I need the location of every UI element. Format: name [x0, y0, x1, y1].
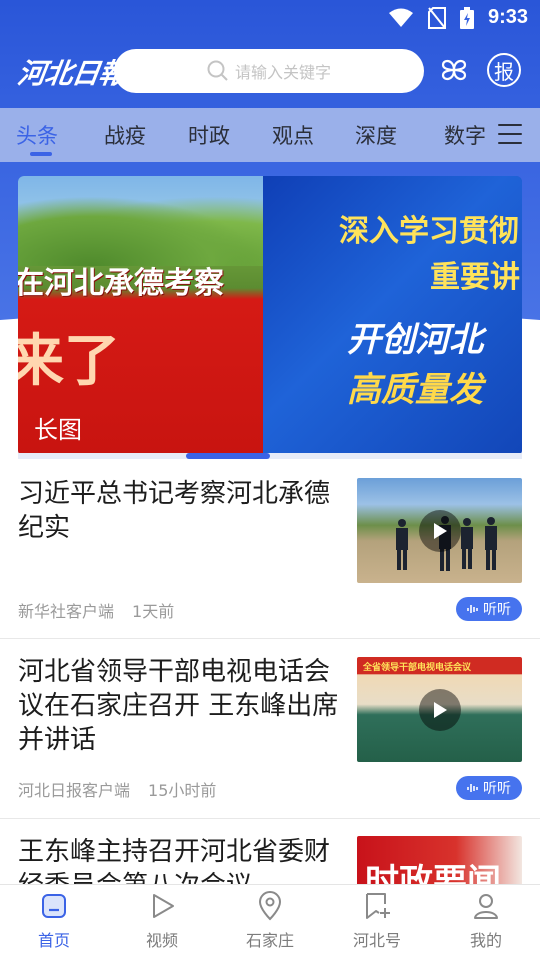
play-icon [434, 702, 447, 718]
nav-shijiazhuang[interactable]: 石家庄 [230, 891, 310, 951]
news-meta: 新华社客户端 1天前 [18, 598, 174, 622]
wifi-icon [388, 8, 413, 27]
news-item[interactable]: 河北省领导干部电视电话会议在石家庄召开 王东峰出席并讲话 全省领导干部电视电话会… [0, 639, 540, 819]
battery-icon [459, 6, 474, 29]
grid-icon [441, 59, 467, 81]
status-bar: 9:33 [0, 0, 540, 36]
tab-epidemic[interactable]: 战疫 [104, 120, 146, 150]
audio-wave-icon [467, 784, 478, 792]
thumbnail-caption: 全省领导干部电视电话会议 [363, 663, 472, 673]
banner-slide-inspection[interactable]: 在河北承德考察 来了 长图 [18, 176, 263, 456]
news-meta: 河北日报客户端 15小时前 [18, 777, 216, 801]
banner-line-2: 重要讲 [430, 260, 520, 295]
landscape-image [18, 196, 263, 266]
nav-label: 视频 [145, 931, 178, 950]
play-video-button[interactable] [419, 510, 461, 552]
news-thumbnail: 全省领导干部电视电话会议 [357, 657, 522, 762]
news-time: 15小时前 [148, 781, 217, 800]
tab-digital[interactable]: 数字 [444, 120, 486, 150]
tab-politics[interactable]: 时政 [188, 120, 230, 150]
banner-slide-study[interactable]: 深入学习贯彻 重要讲 开创河北 高质量发 [263, 176, 522, 456]
banner-carousel[interactable]: 在河北承德考察 来了 长图 深入学习贯彻 重要讲 开创河北 高质量发 [18, 176, 522, 456]
news-title: 河北省领导干部电视电话会议在石家庄召开 王东峰出席并讲话 [18, 657, 339, 755]
banner-slide-title: 在河北承德考察 [18, 266, 224, 301]
nav-mine[interactable]: 我的 [446, 891, 526, 951]
banner-slide-tag: 长图 [34, 416, 82, 444]
search-placeholder: 请输入关键字 [234, 63, 331, 82]
nav-video[interactable]: 视频 [122, 891, 202, 951]
banner-line-3: 开创河北 [347, 320, 483, 360]
news-item[interactable]: 习近平总书记考察河北承德纪实 新华社客户端 1天前 听听 [0, 459, 540, 639]
app-logo: 河北日報 [15, 57, 129, 90]
play-icon [153, 894, 174, 918]
channel-tabs: 头条 战疫 时政 观点 深度 数字 [0, 108, 540, 162]
audio-wave-icon [467, 605, 478, 613]
listen-label: 听听 [483, 602, 511, 618]
no-sim-icon [427, 6, 446, 29]
nav-label: 我的 [469, 931, 502, 950]
search-icon [207, 60, 228, 81]
banner-line-1: 深入学习贯彻 [339, 214, 519, 249]
user-icon [474, 894, 498, 919]
bookmark-add-icon [366, 893, 390, 919]
tab-depth[interactable]: 深度 [355, 120, 397, 150]
news-item[interactable]: 王东峰主持召开河北省委财经委员会第八次会议 时政要闻 [0, 819, 540, 889]
news-source: 新华社客户端 [18, 602, 115, 621]
listen-button[interactable]: 听听 [456, 776, 522, 800]
nav-label: 河北号 [352, 931, 401, 950]
banner-slide-headline: 来了 [18, 328, 120, 394]
nav-home[interactable]: 首页 [14, 891, 94, 951]
news-time: 1天前 [132, 602, 175, 621]
nav-hebei-account[interactable]: 河北号 [337, 891, 417, 951]
news-title: 习近平总书记考察河北承德纪实 [18, 479, 331, 543]
news-title: 王东峰主持召开河北省委财经委员会第八次会议 [18, 837, 331, 889]
location-icon [258, 891, 282, 921]
tab-indicator [30, 152, 52, 156]
news-source: 河北日报客户端 [18, 781, 131, 800]
search-bar[interactable]: 请输入关键字 [114, 49, 424, 93]
banner-line-4: 高质量发 [347, 370, 483, 410]
status-time: 9:33 [487, 6, 528, 28]
play-video-button[interactable] [419, 689, 461, 731]
bottom-navigation: 首页 视频 石家庄 河北号 我的 [0, 884, 540, 960]
listen-label: 听听 [483, 781, 511, 797]
news-thumbnail: 时政要闻 [357, 836, 522, 889]
newspaper-icon: 报 [494, 59, 514, 84]
menu-icon[interactable] [498, 124, 522, 146]
news-thumbnail [357, 478, 522, 583]
apps-button[interactable] [437, 53, 471, 87]
tab-headlines[interactable]: 头条 [16, 120, 58, 150]
app-header: 河北日報 请输入关键字 报 [0, 48, 540, 96]
listen-button[interactable]: 听听 [456, 597, 522, 621]
nav-label: 石家庄 [245, 931, 294, 950]
tab-opinion[interactable]: 观点 [272, 120, 314, 150]
play-icon [434, 523, 447, 539]
newspaper-button[interactable]: 报 [487, 53, 521, 87]
nav-label: 首页 [37, 931, 70, 950]
home-icon [42, 894, 66, 918]
